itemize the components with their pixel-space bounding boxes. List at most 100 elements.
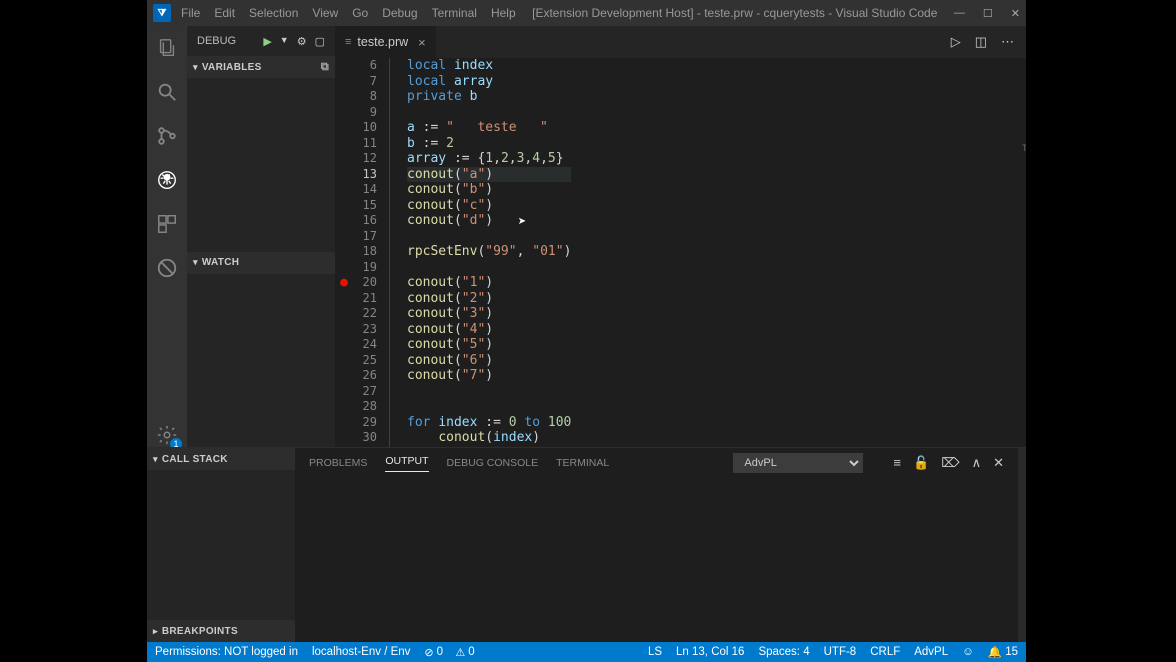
code-line[interactable]: conout("6") — [407, 353, 571, 369]
menu-edit[interactable]: Edit — [214, 6, 235, 20]
status-indentation[interactable]: Spaces: 4 — [758, 646, 809, 658]
code-line[interactable]: conout("d") — [407, 213, 571, 229]
code-line[interactable]: conout(index) — [407, 430, 571, 446]
code-line[interactable]: conout("1") — [407, 275, 571, 291]
watch-section-header[interactable]: ▾ WATCH — [187, 252, 335, 274]
status-feedback-icon[interactable]: ☺ — [962, 646, 974, 658]
code-line[interactable] — [407, 399, 571, 415]
output-channel-select[interactable]: AdvPL — [733, 453, 863, 473]
close-icon[interactable]: ✕ — [1011, 7, 1020, 20]
code-line[interactable] — [407, 105, 571, 121]
breakpoints-section-header[interactable]: ▸ BREAKPOINTS — [147, 620, 295, 642]
code-line[interactable]: conout("b") — [407, 182, 571, 198]
clear-output-icon[interactable]: ⌦ — [941, 455, 959, 471]
debug-toolbar: DEBUG ▶ ▼ ⚙ ▢ — [187, 26, 335, 56]
maximize-panel-icon[interactable]: ∧ — [972, 455, 982, 471]
chevron-down-icon: ▾ — [193, 257, 198, 268]
menu-debug[interactable]: Debug — [382, 6, 417, 20]
status-cursor-position[interactable]: Ln 13, Col 16 — [676, 646, 744, 658]
callstack-section-header[interactable]: ▾ CALL STACK — [147, 448, 295, 470]
start-debug-icon[interactable]: ▶ — [263, 35, 271, 48]
code-line[interactable] — [407, 384, 571, 400]
code-line[interactable]: rpcSetEnv("99", "01") — [407, 244, 571, 260]
code-line[interactable]: a := " teste " — [407, 120, 571, 136]
status-errors[interactable]: ⊘0 ⚠0 — [424, 646, 474, 659]
status-eol[interactable]: CRLF — [870, 646, 900, 658]
line-number: 14 — [353, 182, 389, 198]
code-line[interactable]: conout("c") — [407, 198, 571, 214]
variables-section-header[interactable]: ▾ VARIABLES ⧉ — [187, 56, 335, 78]
code-line[interactable]: local array — [407, 74, 571, 90]
status-env[interactable]: localhost-Env / Env — [312, 646, 410, 658]
code-line[interactable]: conout("2") — [407, 291, 571, 307]
run-icon[interactable]: ▷ — [951, 34, 961, 50]
variables-label: VARIABLES — [202, 62, 262, 73]
line-number: 22 — [353, 306, 389, 322]
code-editor[interactable]: ●678910111213141516171819202122232425262… — [335, 58, 1026, 447]
explorer-icon[interactable] — [155, 36, 179, 60]
code-line[interactable]: local index — [407, 58, 571, 74]
status-ls[interactable]: LS — [648, 646, 662, 658]
line-number: 8 — [353, 89, 389, 105]
panel-tab-problems[interactable]: PROBLEMS — [309, 457, 367, 469]
tab-teste-prw[interactable]: ≡ teste.prw × — [335, 26, 437, 58]
titlebar: ⧩ FileEditSelectionViewGoDebugTerminalHe… — [147, 0, 1026, 26]
menu-go[interactable]: Go — [352, 6, 368, 20]
panel-tab-terminal[interactable]: TERMINAL — [556, 457, 609, 469]
close-tab-icon[interactable]: × — [418, 35, 426, 50]
debug-console-icon[interactable]: ▢ — [315, 35, 325, 48]
code-line[interactable]: array := {1,2,3,4,5} — [407, 151, 571, 167]
menu-view[interactable]: View — [312, 6, 338, 20]
word-wrap-icon[interactable]: ≡ — [893, 455, 901, 471]
menu-file[interactable]: File — [181, 6, 200, 20]
code-line[interactable]: conout("4") — [407, 322, 571, 338]
status-encoding[interactable]: UTF-8 — [824, 646, 857, 658]
code-line[interactable] — [407, 260, 571, 276]
code-line[interactable]: b := 2 — [407, 136, 571, 152]
window-title: [Extension Development Host] - teste.prw… — [516, 6, 954, 20]
code-line[interactable]: conout("5") — [407, 337, 571, 353]
status-notifications[interactable]: 🔔15 — [988, 645, 1018, 659]
code-line[interactable]: conout("3") — [407, 306, 571, 322]
line-number: 27 — [353, 384, 389, 400]
menu-selection[interactable]: Selection — [249, 6, 298, 20]
code-line[interactable] — [407, 229, 571, 245]
settings-gear-icon[interactable]: 1 — [155, 423, 179, 447]
line-number: 16 — [353, 213, 389, 229]
warning-icon: ⚠ — [455, 646, 465, 659]
menu-terminal[interactable]: Terminal — [432, 6, 477, 20]
extensions-icon[interactable] — [155, 212, 179, 236]
debug-label: DEBUG — [197, 35, 236, 47]
code-line[interactable]: conout("a") — [407, 167, 571, 183]
debug-icon[interactable] — [155, 168, 179, 192]
code-line[interactable]: next — [407, 446, 571, 448]
minimize-icon[interactable]: — — [954, 7, 965, 20]
close-panel-icon[interactable]: ✕ — [993, 455, 1004, 471]
editor-tabs: ≡ teste.prw × ▷ ◫ ⋯ — [335, 26, 1026, 58]
window-controls: — ☐ ✕ — [954, 7, 1020, 20]
status-permissions[interactable]: Permissions: NOT logged in — [155, 646, 298, 658]
debug-settings-icon[interactable]: ⚙ — [297, 35, 307, 48]
split-editor-icon[interactable]: ◫ — [975, 34, 987, 50]
output-panel[interactable] — [295, 478, 1018, 642]
panel-tab-debug-console[interactable]: DEBUG CONSOLE — [447, 457, 539, 469]
bell-icon: 🔔 — [988, 645, 1002, 659]
status-language[interactable]: AdvPL — [914, 646, 948, 658]
code-line[interactable]: conout("7") — [407, 368, 571, 384]
code-line[interactable]: private b — [407, 89, 571, 105]
panel-tab-output[interactable]: OUTPUT — [385, 455, 428, 472]
breakpoint-icon[interactable]: ● — [335, 275, 353, 291]
maximize-icon[interactable]: ☐ — [983, 7, 993, 20]
code-line[interactable]: for index := 0 to 100 — [407, 415, 571, 431]
debug-config-dropdown-icon[interactable]: ▼ — [280, 35, 289, 48]
menu-help[interactable]: Help — [491, 6, 516, 20]
no-entry-icon[interactable] — [155, 256, 179, 280]
more-actions-icon[interactable]: ⋯ — [1001, 34, 1014, 50]
lock-scroll-icon[interactable]: 🔓 — [913, 455, 929, 471]
search-icon[interactable] — [155, 80, 179, 104]
panel-scrollbar[interactable] — [1018, 448, 1026, 642]
source-control-icon[interactable] — [155, 124, 179, 148]
collapse-all-icon[interactable]: ⧉ — [321, 61, 329, 74]
minimap[interactable]: T — [1020, 58, 1026, 447]
variables-body — [187, 78, 335, 252]
